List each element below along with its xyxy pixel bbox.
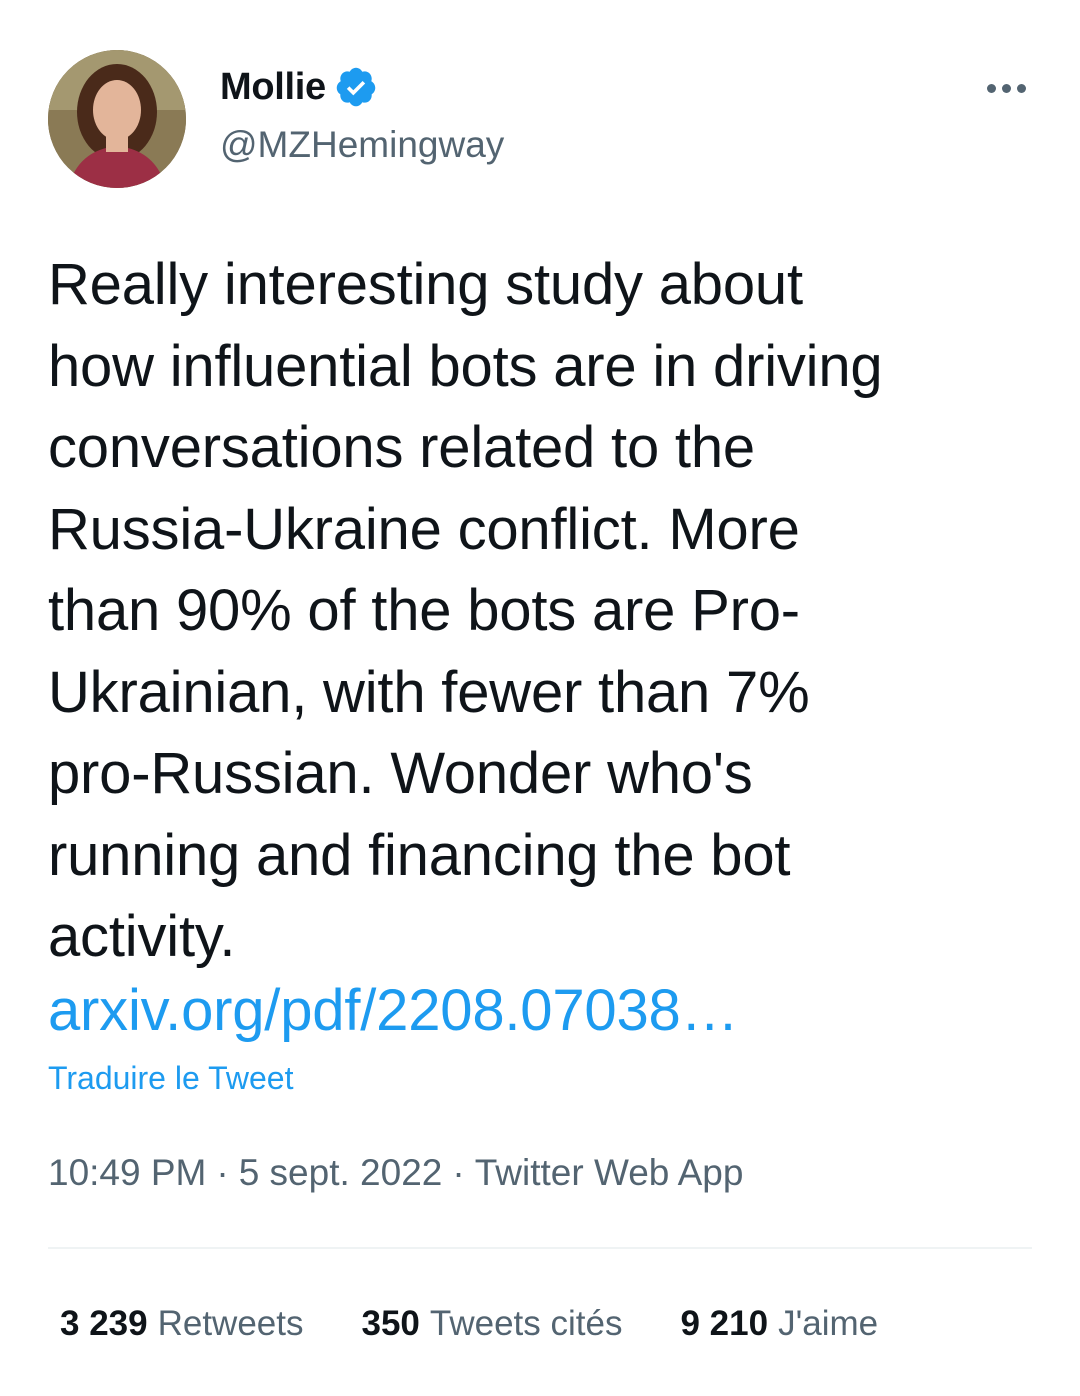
engagement-stats: 3 239 Retweets 350 Tweets cités 9 210 J'…	[60, 1300, 936, 1348]
tweet-link[interactable]: arxiv.org/pdf/2208.07038…	[48, 970, 739, 1052]
quote-tweets-label: Tweets cités	[429, 1304, 623, 1343]
tweet-metadata: 10:49 PM · 5 sept. 2022 · Twitter Web App	[48, 1148, 743, 1198]
likes-label: J'aime	[778, 1304, 879, 1343]
separator: ·	[452, 1152, 465, 1193]
retweets-stat[interactable]: 3 239 Retweets	[60, 1300, 304, 1348]
retweets-count: 3 239	[60, 1304, 148, 1343]
translate-tweet-link[interactable]: Traduire le Tweet	[48, 1056, 293, 1100]
quote-tweets-count: 350	[361, 1304, 420, 1343]
author-handle[interactable]: @MZHemingway	[220, 120, 504, 170]
more-dot-icon	[1016, 83, 1026, 93]
tweet-time[interactable]: 10:49 PM	[48, 1152, 206, 1193]
tweet-text: Really interesting study about how influ…	[48, 252, 883, 969]
author-name[interactable]: Mollie	[220, 62, 378, 112]
author-name-text: Mollie	[220, 66, 326, 108]
tweet-date[interactable]: 5 sept. 2022	[239, 1152, 443, 1193]
quote-tweets-stat[interactable]: 350 Tweets cités	[362, 1300, 623, 1348]
separator: ·	[216, 1152, 229, 1193]
likes-count: 9 210	[680, 1304, 769, 1343]
more-dot-icon	[1001, 83, 1011, 93]
avatar[interactable]	[48, 50, 186, 188]
verified-badge-icon	[336, 67, 376, 107]
avatar-image	[48, 50, 186, 188]
likes-stat[interactable]: 9 210 J'aime	[680, 1300, 878, 1348]
tweet-source[interactable]: Twitter Web App	[475, 1152, 744, 1193]
more-options-button[interactable]	[978, 72, 1034, 104]
divider	[48, 1247, 1032, 1249]
retweets-label: Retweets	[157, 1304, 304, 1343]
more-dot-icon	[986, 83, 996, 93]
